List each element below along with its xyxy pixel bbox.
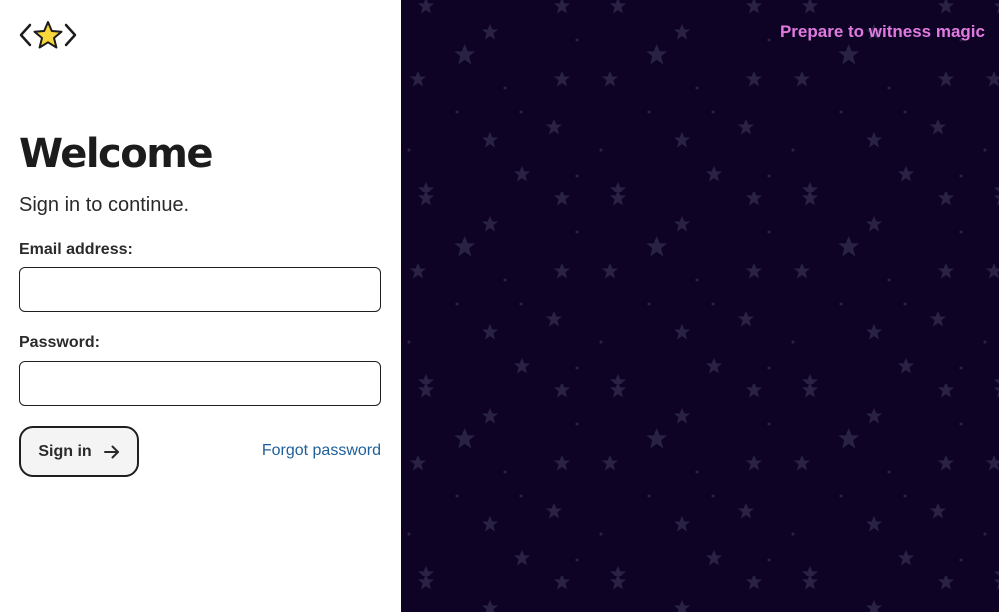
- sign-in-label: Sign in: [38, 442, 92, 460]
- email-field[interactable]: [19, 267, 381, 312]
- star-logo-icon: [19, 21, 77, 49]
- page-title: Welcome: [19, 131, 214, 177]
- page-subtitle: Sign in to continue.: [19, 194, 190, 216]
- login-panel: Welcome Sign in to continue. Email addre…: [0, 0, 401, 612]
- promo-panel: Prepare to witness magic: [401, 0, 999, 612]
- password-label: Password:: [19, 334, 100, 351]
- brand-logo[interactable]: [18, 20, 78, 50]
- email-label: Email address:: [19, 241, 133, 258]
- sign-in-button[interactable]: Sign in: [19, 426, 139, 477]
- forgot-password-link[interactable]: Forgot password: [262, 441, 381, 461]
- arrow-right-icon: [103, 445, 119, 458]
- promo-tagline: Prepare to witness magic: [779, 22, 985, 41]
- password-field[interactable]: [19, 361, 381, 406]
- starfield-background: [401, 0, 999, 612]
- login-page: Welcome Sign in to continue. Email addre…: [0, 0, 999, 612]
